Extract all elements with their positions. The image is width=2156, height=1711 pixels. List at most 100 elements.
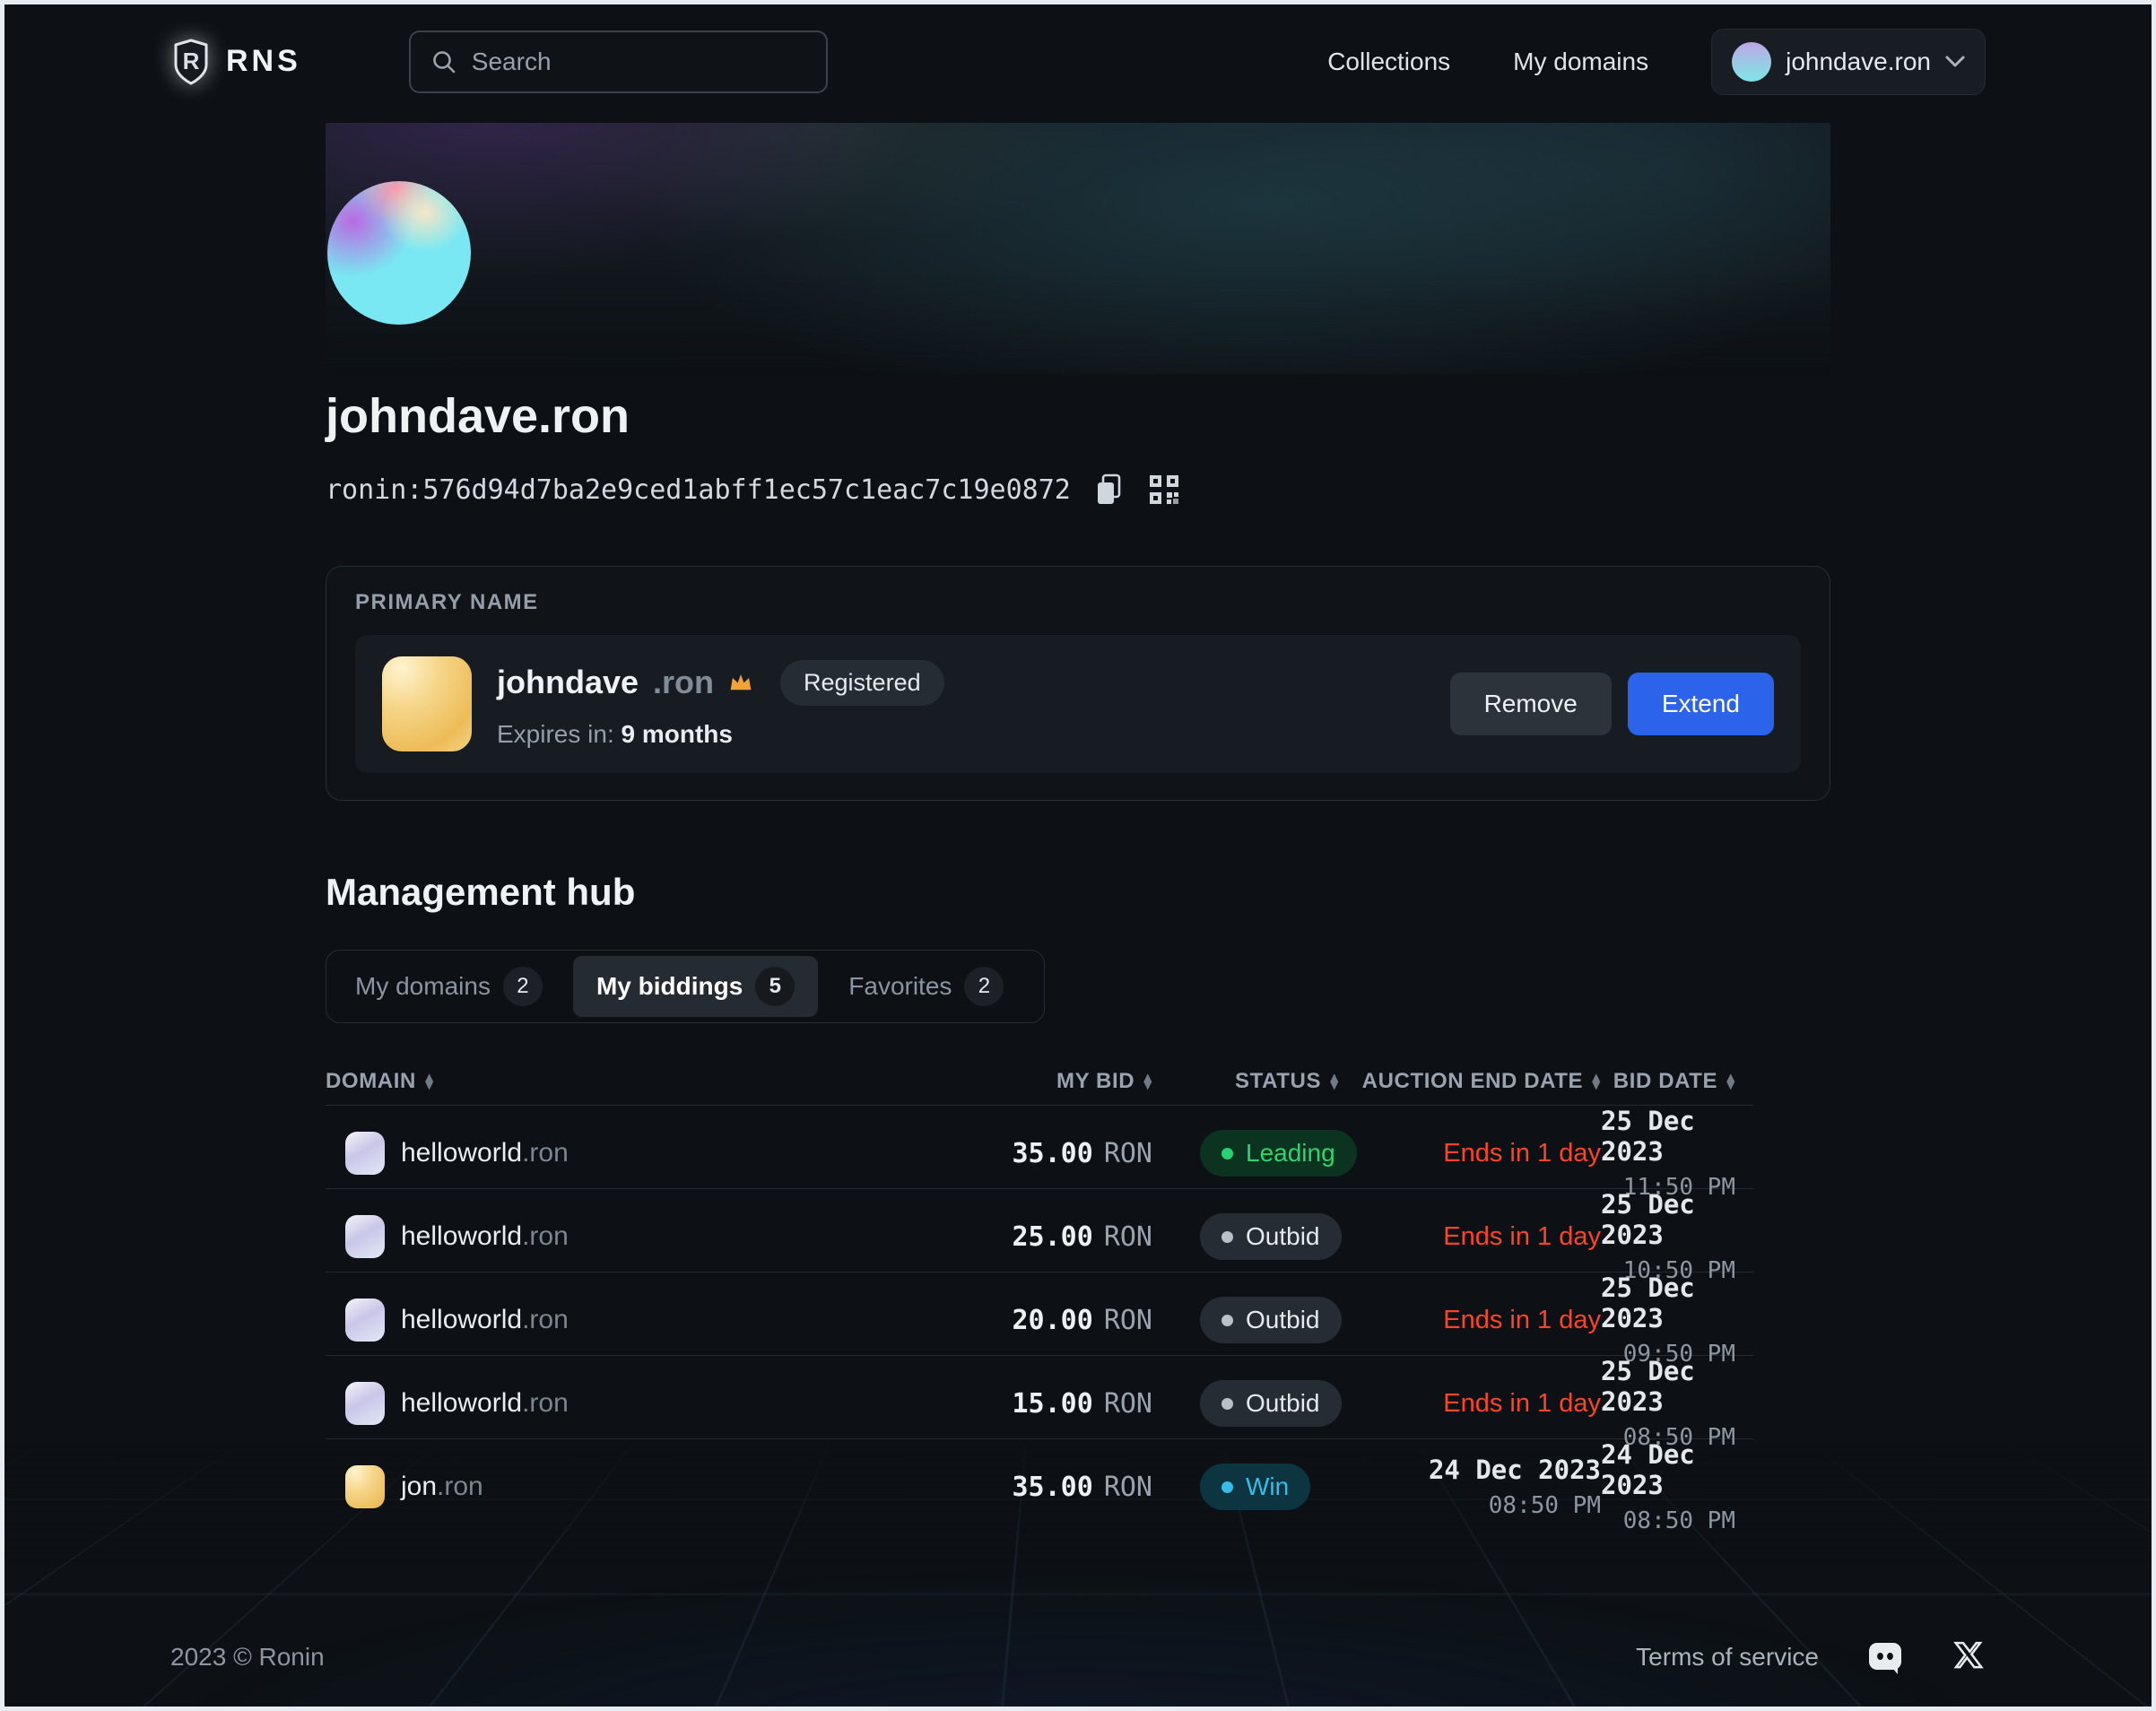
status-badge: Outbid (1200, 1213, 1342, 1260)
table-header: DOMAIN▲▼ MY BID▲▼ STATUS▲▼ AUCTION END D… (326, 1057, 1753, 1106)
main-content: johndave.ron ronin:576d94d7ba2e9ced1abff… (0, 123, 2156, 1523)
biddings-table: DOMAIN▲▼ MY BID▲▼ STATUS▲▼ AUCTION END D… (326, 1057, 1753, 1523)
nav-link-collections[interactable]: Collections (1327, 48, 1450, 76)
bid-date: 24 Dec 202308:50 PM (1601, 1439, 1753, 1534)
tab-my-domains[interactable]: My domains 2 (332, 956, 566, 1017)
primary-name-item: johndave.ron Registered Expires in: 9 mo… (355, 635, 1801, 773)
table-row[interactable]: helloworld.ron 25.00RON Outbid Ends in 1… (326, 1189, 1753, 1272)
table-row[interactable]: helloworld.ron 20.00RON Outbid Ends in 1… (326, 1272, 1753, 1356)
crown-icon (728, 672, 753, 693)
status-dot-icon (1221, 1481, 1233, 1493)
sort-icon: ▲▼ (1143, 1073, 1152, 1090)
copyright-text: 2023 © Ronin (170, 1643, 325, 1672)
page-title: johndave.ron (326, 388, 1830, 444)
bid-date: 25 Dec 202310:50 PM (1601, 1189, 1753, 1284)
remove-button[interactable]: Remove (1450, 673, 1612, 735)
svg-text:R: R (183, 48, 200, 74)
expires-row: Expires in: 9 months (497, 720, 944, 749)
bid-amount: 20.00 (1013, 1305, 1093, 1336)
ronin-shield-icon: R (170, 38, 212, 86)
rns-logo[interactable]: R RNS (170, 38, 301, 86)
auction-end-date: Ends in 1 day (1443, 1389, 1601, 1418)
domain-thumbnail (345, 1382, 385, 1425)
status-badge: Registered (780, 660, 944, 706)
search-icon (430, 48, 457, 75)
status-dot-icon (1221, 1231, 1233, 1243)
account-menu[interactable]: johndave.ron (1711, 29, 1986, 95)
sort-icon: ▲▼ (1726, 1073, 1735, 1090)
domain-thumbnail (345, 1215, 385, 1258)
primary-domain-name: johndave (497, 664, 639, 701)
status-dot-icon (1221, 1315, 1233, 1326)
domain-thumbnail (345, 1298, 385, 1342)
status-badge: Outbid (1200, 1297, 1342, 1343)
terms-of-service-link[interactable]: Terms of service (1636, 1643, 1819, 1672)
search-box[interactable] (409, 30, 828, 93)
tab-label: Favorites (848, 972, 952, 1001)
domain-name: helloworld.ron (401, 1138, 569, 1168)
tab-my-biddings[interactable]: My biddings 5 (573, 956, 818, 1017)
account-name: johndave.ron (1786, 48, 1931, 76)
domain-name: helloworld.ron (401, 1305, 569, 1335)
tab-count-badge: 2 (964, 967, 1004, 1006)
management-tabs: My domains 2 My biddings 5 Favorites 2 (326, 950, 1045, 1023)
x-twitter-icon[interactable] (1952, 1640, 1986, 1674)
search-input[interactable] (472, 48, 806, 76)
column-header-bid-date[interactable]: BID DATE▲▼ (1601, 1069, 1753, 1094)
status-badge: Leading (1200, 1130, 1357, 1177)
auction-end-date: Ends in 1 day (1443, 1139, 1601, 1168)
status-dot-icon (1221, 1398, 1233, 1410)
profile-avatar (327, 181, 471, 325)
bid-currency: RON (1104, 1472, 1152, 1503)
primary-name-card: PRIMARY NAME johndave.ron Registered Exp… (326, 566, 1830, 801)
top-navigation: R RNS Collections My domains johndave.ro… (0, 0, 2156, 123)
tab-count-badge: 2 (503, 967, 543, 1006)
domain-thumbnail (345, 1465, 385, 1508)
wallet-address: ronin:576d94d7ba2e9ced1abff1ec57c1eac7c1… (326, 474, 1071, 506)
bid-amount: 35.00 (1013, 1138, 1093, 1169)
bid-currency: RON (1104, 1305, 1152, 1336)
domain-thumbnail (382, 656, 472, 751)
bid-date: 25 Dec 202311:50 PM (1601, 1106, 1753, 1201)
column-header-domain[interactable]: DOMAIN▲▼ (326, 1069, 828, 1094)
tab-favorites[interactable]: Favorites 2 (825, 956, 1027, 1017)
column-header-my-bid[interactable]: MY BID▲▼ (828, 1069, 1152, 1094)
table-row[interactable]: jon.ron 35.00RON Win 24 Dec 202308:50 PM… (326, 1439, 1753, 1523)
footer: 2023 © Ronin Terms of service (170, 1630, 1986, 1684)
primary-name-label: PRIMARY NAME (355, 590, 1801, 615)
tab-label: My domains (355, 972, 491, 1001)
copy-icon[interactable] (1094, 473, 1125, 507)
status-badge: Outbid (1200, 1380, 1342, 1427)
domain-thumbnail (345, 1132, 385, 1175)
profile-banner (326, 123, 1830, 374)
bid-date: 25 Dec 202309:50 PM (1601, 1272, 1753, 1368)
primary-name-actions: Remove Extend (1450, 673, 1774, 735)
bid-currency: RON (1104, 1388, 1152, 1420)
domain-name: helloworld.ron (401, 1388, 569, 1419)
bid-date: 25 Dec 202308:50 PM (1601, 1356, 1753, 1451)
nav-links: Collections My domains johndave.ron (1327, 29, 1986, 95)
nav-link-my-domains[interactable]: My domains (1513, 48, 1648, 76)
brand-name: RNS (226, 44, 301, 79)
sort-icon: ▲▼ (425, 1073, 434, 1090)
qr-code-icon[interactable] (1148, 473, 1180, 506)
tab-label: My biddings (596, 972, 743, 1001)
sort-icon: ▲▼ (1330, 1073, 1339, 1090)
auction-end-date: Ends in 1 day (1443, 1222, 1601, 1251)
status-dot-icon (1221, 1148, 1233, 1159)
extend-button[interactable]: Extend (1628, 673, 1774, 735)
management-hub-title: Management hub (326, 871, 1830, 914)
bid-amount: 15.00 (1013, 1388, 1093, 1420)
account-avatar (1732, 42, 1771, 82)
discord-icon[interactable] (1865, 1639, 1905, 1675)
primary-name-info: johndave.ron Registered Expires in: 9 mo… (497, 660, 944, 749)
sort-icon: ▲▼ (1592, 1073, 1601, 1090)
table-row[interactable]: helloworld.ron 15.00 RON Outbid Ends in 1… (326, 1356, 1753, 1439)
bid-currency: RON (1104, 1138, 1152, 1169)
status-badge: Win (1200, 1463, 1310, 1510)
bid-amount: 35.00 (1013, 1472, 1093, 1503)
domain-name: jon.ron (401, 1472, 483, 1502)
column-header-auction-end-date[interactable]: AUCTION END DATE▲▼ (1421, 1069, 1601, 1094)
expires-value: 9 months (622, 720, 733, 748)
table-row[interactable]: helloworld.ron 35.00 RON Leading Ends in … (326, 1106, 1753, 1189)
